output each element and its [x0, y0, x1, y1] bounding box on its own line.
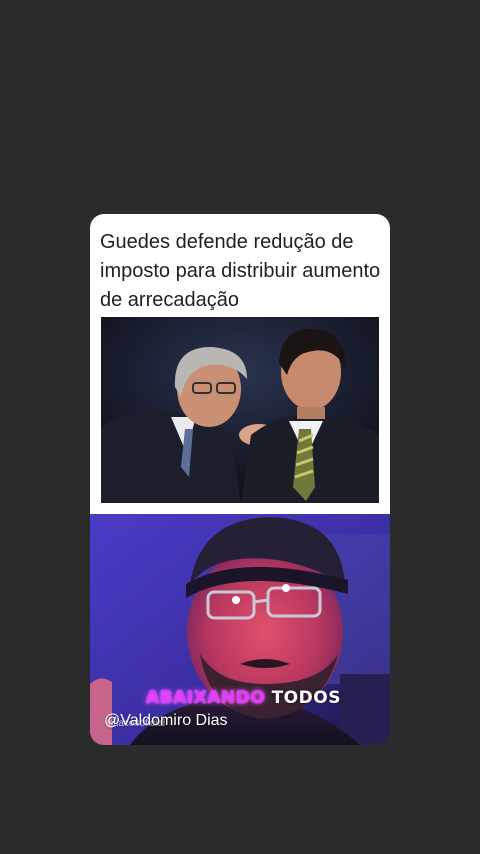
- news-photo: [101, 317, 379, 503]
- caption-word: TODOS: [271, 688, 341, 708]
- video-caption: ABAIXANDO TODOS: [146, 688, 341, 708]
- story-headline: Guedes defende redução de imposto para d…: [100, 231, 381, 311]
- video-frame[interactable]: ABAIXANDO TODOS @lacosoficial @Valdomiro…: [90, 514, 390, 745]
- caption-highlight-word: ABAIXANDO: [146, 688, 266, 708]
- story-card[interactable]: Guedes defende redução de imposto para d…: [90, 214, 390, 745]
- author-handle[interactable]: @Valdomiro Dias: [104, 712, 228, 730]
